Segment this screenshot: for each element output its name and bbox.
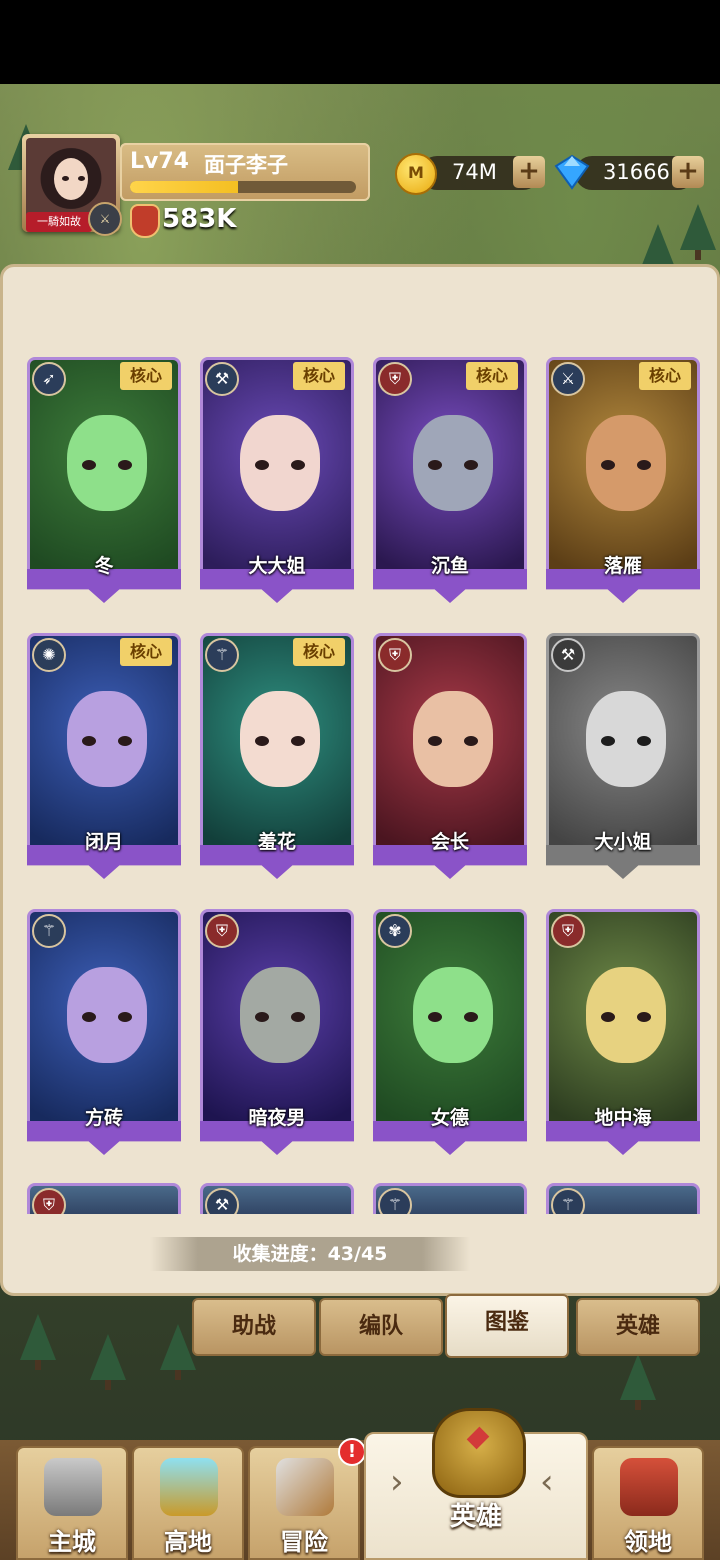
add-gold-button[interactable]: + bbox=[513, 156, 545, 188]
nav-highland[interactable]: 高地 bbox=[132, 1446, 244, 1560]
hero-card-grid: ➶ 核心冬 ⚒ 核心 大大姐 ⛨ 核心 沉鱼 ⚔ 核心 落雁 ✺ 核心 闭月 ⚚ 核心 羞花 ⛨ 会长 ⚒ 大小姐 ⚚ 方砖… bbox=[17, 321, 709, 1214]
hero-card[interactable]: ✾ 女德 bbox=[373, 909, 527, 1155]
chevron-left-icon: ‹ bbox=[540, 1462, 554, 1502]
staff-icon: ⚚ bbox=[205, 638, 239, 672]
status-bar bbox=[0, 0, 720, 84]
staff-icon: ⚚ bbox=[378, 1188, 412, 1214]
holy-icon: ✺ bbox=[32, 638, 66, 672]
xp-bar-fill bbox=[130, 181, 239, 193]
hero-name: 会长 bbox=[430, 831, 469, 853]
core-badge: 核心 bbox=[639, 362, 691, 390]
diamond-icon bbox=[554, 154, 590, 190]
hero-card[interactable]: ⚚ 方砖 bbox=[27, 909, 181, 1155]
hero-card-partial[interactable]: ⚚ bbox=[546, 1183, 700, 1214]
paw-icon: ✾ bbox=[378, 914, 412, 948]
hero-card[interactable]: ⛨ 核心沉鱼 bbox=[373, 357, 527, 603]
staff-icon: ⚚ bbox=[32, 914, 66, 948]
combat-power-icon bbox=[130, 204, 160, 238]
hero-collection-panel: ➶ 核心冬 ⚒ 核心 大大姐 ⛨ 核心 沉鱼 ⚔ 核心 落雁 ✺ 核心 闭月 ⚚ 核心 羞花 ⛨ 会长 ⚒ 大小姐 ⚚ 方砖… bbox=[0, 264, 720, 1296]
core-badge: 核心 bbox=[293, 362, 345, 390]
player-level: Lv74 bbox=[130, 149, 189, 174]
staff-icon: ⚚ bbox=[551, 1188, 585, 1214]
gold-value: 74M bbox=[452, 160, 497, 184]
shield-icon: ⛨ bbox=[205, 914, 239, 948]
banner-icon bbox=[620, 1458, 678, 1516]
nav-adventure-label: 冒险 bbox=[280, 1528, 328, 1556]
hero-name: 大大姐 bbox=[248, 555, 306, 577]
castle-icon bbox=[44, 1458, 102, 1516]
hero-name: 女德 bbox=[430, 1107, 469, 1129]
hero-card-partial[interactable]: ⛨ bbox=[27, 1183, 181, 1214]
gold-coin-icon: M bbox=[395, 153, 437, 195]
nav-territory[interactable]: 领地 bbox=[592, 1446, 704, 1560]
hero-name: 落雁 bbox=[603, 555, 642, 577]
tab-formation[interactable]: 编队 bbox=[319, 1298, 443, 1356]
hero-card[interactable]: ⚒ 大小姐 bbox=[546, 633, 700, 879]
guild-badge-icon[interactable]: ⚔ bbox=[88, 202, 122, 236]
add-gems-button[interactable]: + bbox=[672, 156, 704, 188]
hero-name: 冬 bbox=[94, 555, 114, 577]
hero-card-partial[interactable]: ⚒ bbox=[200, 1183, 354, 1214]
player-info-plate[interactable]: Lv74 面子李子 bbox=[120, 143, 370, 201]
hero-name: 地中海 bbox=[594, 1107, 652, 1129]
xp-bar bbox=[130, 181, 356, 193]
shield-icon: ⛨ bbox=[32, 1188, 66, 1214]
archer-icon: ➶ bbox=[32, 362, 66, 396]
hero-name: 方砖 bbox=[84, 1107, 123, 1129]
hero-name: 羞花 bbox=[257, 831, 296, 853]
gem-value: 31666 bbox=[603, 160, 670, 184]
player-name: 面子李子 bbox=[204, 153, 288, 177]
tab-assist[interactable]: 助战 bbox=[192, 1298, 316, 1356]
hero-card[interactable]: ⚔ 核心落雁 bbox=[546, 357, 700, 603]
axe-icon: ⚒ bbox=[551, 638, 585, 672]
hero-card[interactable]: ➶ 核心冬 bbox=[27, 357, 181, 603]
crossed-swords-icon: ⚔ bbox=[551, 362, 585, 396]
adventure-alert-badge: ! bbox=[338, 1438, 366, 1466]
shield-icon: ⛨ bbox=[378, 638, 412, 672]
nav-territory-label: 领地 bbox=[624, 1528, 672, 1556]
shield-icon: ⛨ bbox=[551, 914, 585, 948]
hero-name: 沉鱼 bbox=[430, 555, 469, 577]
tab-codex[interactable]: 图鉴 bbox=[445, 1294, 569, 1358]
hero-card[interactable]: ⛨ 会长 bbox=[373, 633, 527, 879]
hero-name: 闭月 bbox=[84, 831, 123, 853]
player-tag: 一騎如故 bbox=[26, 212, 92, 232]
core-badge: 核心 bbox=[120, 362, 172, 390]
axe-icon: ⚒ bbox=[205, 362, 239, 396]
hero-card-partial[interactable]: ⚚ bbox=[373, 1183, 527, 1214]
combat-power-value: 583K bbox=[162, 204, 237, 234]
core-badge: 核心 bbox=[466, 362, 518, 390]
hero-card[interactable]: ⛨ 暗夜男 bbox=[200, 909, 354, 1155]
shield-icon: ⛨ bbox=[378, 362, 412, 396]
nav-main-city[interactable]: 主城 bbox=[16, 1446, 128, 1560]
tab-heroes[interactable]: 英雄 bbox=[576, 1298, 700, 1356]
hero-card[interactable]: ⛨ 地中海 bbox=[546, 909, 700, 1155]
core-badge: 核心 bbox=[120, 638, 172, 666]
core-badge: 核心 bbox=[293, 638, 345, 666]
chevron-right-icon: › bbox=[390, 1462, 404, 1502]
hero-name: 暗夜男 bbox=[248, 1107, 306, 1129]
nav-main-city-label: 主城 bbox=[48, 1528, 96, 1556]
collection-progress: 收集进度：43/45 bbox=[150, 1237, 470, 1271]
axe-icon: ⚒ bbox=[205, 1188, 239, 1214]
highland-icon bbox=[160, 1458, 218, 1516]
nav-highland-label: 高地 bbox=[164, 1528, 212, 1556]
hero-name: 大小姐 bbox=[594, 831, 652, 853]
hero-helmet-icon bbox=[432, 1408, 526, 1498]
hero-card[interactable]: ⚚ 核心羞花 bbox=[200, 633, 354, 879]
hero-card[interactable]: ⚒ 核心大大姐 bbox=[200, 357, 354, 603]
hero-card[interactable]: ✺ 核心闭月 bbox=[27, 633, 181, 879]
crossed-swords-icon bbox=[276, 1458, 334, 1516]
